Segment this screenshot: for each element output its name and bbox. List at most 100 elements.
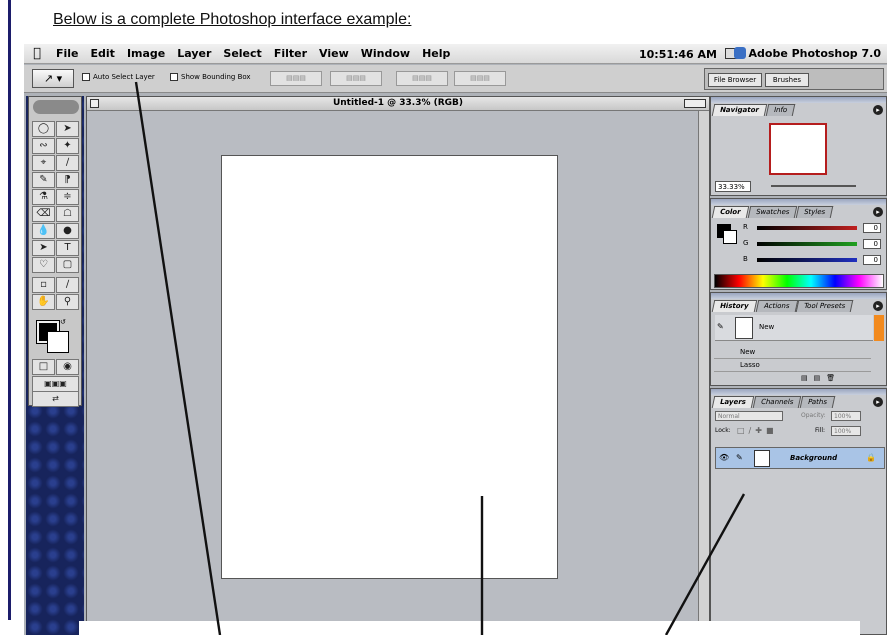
tab-tool-presets[interactable]: Tool Presets xyxy=(795,300,854,312)
distribute-left-buttons[interactable]: ▤▤▤ xyxy=(454,71,506,86)
tab-file-browser[interactable]: File Browser xyxy=(708,73,762,87)
shape-tool-icon[interactable]: ▢ xyxy=(56,257,79,273)
swap-colors-icon[interactable]: ↺ xyxy=(60,318,66,326)
distribute-top-buttons[interactable]: ▤▤▤ xyxy=(396,71,448,86)
magic-wand-tool-icon[interactable]: ✦ xyxy=(56,138,79,154)
hand-tool-icon[interactable]: ✋ xyxy=(32,294,55,310)
tools-panel: ◯ ➤ ∾ ✦ ⌖ ∕ ✎ ⁋ ⚗ ≑ ⌫ ☖ 💧 ● ➤ T ♡ ▢ ▫ ∕ xyxy=(28,96,82,407)
navigator-zoom-slider[interactable] xyxy=(771,185,856,187)
notes-tool-icon[interactable]: ▫ xyxy=(32,277,55,293)
jump-to-imageready-icon[interactable]: ⇄ xyxy=(32,391,79,407)
palette-titlebar[interactable] xyxy=(711,199,886,205)
blur-tool-icon[interactable]: 💧 xyxy=(32,223,55,239)
color-background-swatch[interactable] xyxy=(723,230,737,244)
fill-field[interactable]: 100% xyxy=(831,426,861,436)
palette-titlebar[interactable] xyxy=(711,97,886,103)
brush-tool-icon[interactable]: ⁋ xyxy=(56,172,79,188)
eye-visibility-icon[interactable]: 👁 xyxy=(719,453,729,462)
document-canvas[interactable] xyxy=(221,155,558,579)
tab-brushes[interactable]: Brushes xyxy=(765,73,809,87)
app-switcher[interactable]: Adobe Photoshop 7.0 xyxy=(733,47,881,60)
eyedropper-tool-icon[interactable]: ∕ xyxy=(56,277,79,293)
vertical-scrollbar[interactable] xyxy=(698,111,709,635)
path-select-icon[interactable]: ➤ xyxy=(32,240,55,256)
stamp-tool-icon[interactable]: ⚗ xyxy=(32,189,55,205)
background-color-swatch[interactable] xyxy=(47,331,69,353)
tab-layers[interactable]: Layers xyxy=(711,396,755,408)
layer-name: Background xyxy=(790,454,838,462)
quickmask-mode-icon[interactable]: ◉ xyxy=(56,359,79,375)
close-box-icon[interactable] xyxy=(90,99,99,108)
history-scrollbar-thumb[interactable] xyxy=(874,315,884,341)
align-left-buttons[interactable]: ▤▤▤ xyxy=(330,71,382,86)
menu-edit[interactable]: Edit xyxy=(85,47,121,60)
tab-color[interactable]: Color xyxy=(711,206,749,218)
menu-image[interactable]: Image xyxy=(121,47,171,60)
color-spectrum-bar[interactable] xyxy=(714,274,884,288)
auto-select-checkbox[interactable]: Auto Select Layer xyxy=(82,73,155,81)
tab-actions[interactable]: Actions xyxy=(755,300,798,312)
history-bottom-buttons[interactable]: ▤▤🗑 xyxy=(801,374,841,382)
history-state-new[interactable]: New xyxy=(714,347,871,359)
dodge-tool-icon[interactable]: ● xyxy=(56,223,79,239)
menu-view[interactable]: View xyxy=(313,47,355,60)
screen-modes-icon[interactable]: ▣▣▣ xyxy=(32,376,79,392)
apple-menu-icon[interactable]:  xyxy=(24,46,50,61)
tab-swatches[interactable]: Swatches xyxy=(747,206,798,218)
tab-navigator[interactable]: Navigator xyxy=(711,104,768,116)
menu-window[interactable]: Window xyxy=(355,47,416,60)
palette-titlebar[interactable] xyxy=(711,389,886,395)
history-snapshot[interactable]: ✎ New xyxy=(715,315,873,341)
tab-styles[interactable]: Styles xyxy=(795,206,834,218)
crop-tool-icon[interactable]: ⌖ xyxy=(32,155,55,171)
menu-help[interactable]: Help xyxy=(416,47,456,60)
pen-tool-icon[interactable]: ♡ xyxy=(32,257,55,273)
green-slider[interactable] xyxy=(757,242,857,246)
standard-mode-icon[interactable]: □ xyxy=(32,359,55,375)
move-tool-icon[interactable]: ➤ xyxy=(56,121,79,137)
menu-layer[interactable]: Layer xyxy=(171,47,217,60)
lasso-tool-icon[interactable]: ∾ xyxy=(32,138,55,154)
palette-menu-icon[interactable]: ▸ xyxy=(873,397,883,407)
lock-buttons[interactable]: □∕✚■ xyxy=(737,426,778,435)
align-top-buttons[interactable]: ▤▤▤ xyxy=(270,71,322,86)
tab-info[interactable]: Info xyxy=(765,104,796,116)
marquee-tool-icon[interactable]: ◯ xyxy=(32,121,55,137)
zoom-tool-icon[interactable]: ⚲ xyxy=(56,294,79,310)
menu-file[interactable]: File xyxy=(50,47,85,60)
palette-menu-icon[interactable]: ▸ xyxy=(873,105,883,115)
blue-slider[interactable] xyxy=(757,258,857,262)
tool-preset-picker[interactable]: ↗ ▾ xyxy=(32,69,74,88)
photoshop-eye-icon[interactable] xyxy=(33,100,79,114)
eraser-tool-icon[interactable]: ⌫ xyxy=(32,206,55,222)
history-brush-icon[interactable]: ≑ xyxy=(56,189,79,205)
menu-select[interactable]: Select xyxy=(217,47,267,60)
blue-value[interactable]: 0 xyxy=(863,255,881,265)
healing-brush-icon[interactable]: ✎ xyxy=(32,172,55,188)
brush-link-icon[interactable]: ✎ xyxy=(736,453,743,462)
palette-titlebar[interactable] xyxy=(711,293,886,299)
navigator-zoom-field[interactable]: 33.33% xyxy=(715,181,751,192)
type-tool-icon[interactable]: T xyxy=(56,240,79,256)
slice-tool-icon[interactable]: ∕ xyxy=(56,155,79,171)
opacity-field[interactable]: 100% xyxy=(831,411,861,421)
tab-paths[interactable]: Paths xyxy=(800,396,836,408)
fill-label: Fill: xyxy=(815,427,826,434)
tab-channels[interactable]: Channels xyxy=(752,396,802,408)
red-slider[interactable] xyxy=(757,226,857,230)
layer-row-background[interactable]: 👁 ✎ Background 🔒 xyxy=(715,447,885,469)
palette-menu-icon[interactable]: ▸ xyxy=(873,301,883,311)
menu-filter[interactable]: Filter xyxy=(268,47,313,60)
history-state-lasso[interactable]: Lasso xyxy=(714,360,871,372)
green-value[interactable]: 0 xyxy=(863,239,881,249)
red-value[interactable]: 0 xyxy=(863,223,881,233)
document-titlebar[interactable]: Untitled-1 @ 33.3% (RGB) xyxy=(87,97,709,111)
paint-bucket-icon[interactable]: ☖ xyxy=(56,206,79,222)
navigator-thumbnail[interactable] xyxy=(769,123,827,175)
blend-mode-select[interactable]: Normal xyxy=(715,411,783,421)
palette-menu-icon[interactable]: ▸ xyxy=(873,207,883,217)
tab-history[interactable]: History xyxy=(711,300,757,312)
show-bbox-checkbox[interactable]: Show Bounding Box xyxy=(170,73,251,81)
zoom-box-icon[interactable] xyxy=(684,99,706,108)
history-brush-source-icon[interactable]: ✎ xyxy=(717,322,724,331)
